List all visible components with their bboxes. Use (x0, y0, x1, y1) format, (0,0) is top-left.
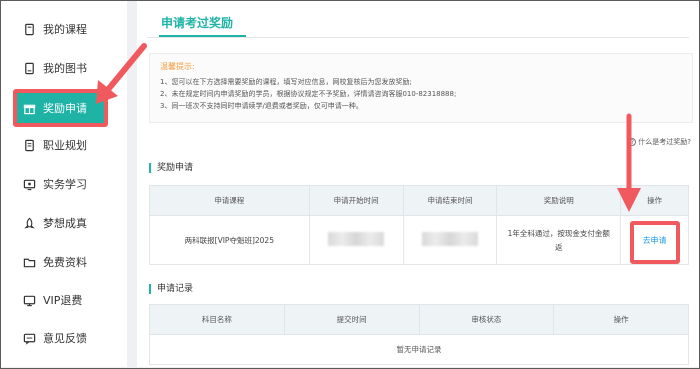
record-table: 科目名称 提交时间 审核状态 操作 (149, 304, 689, 335)
sidebar-item-feedback[interactable]: 意见反馈 (1, 320, 127, 356)
book-icon (22, 61, 36, 75)
description-line: 1年全科通过，按现金支付金额 (507, 228, 610, 238)
sidebar-item-label: 意见反馈 (43, 332, 87, 345)
col-header-record-action: 操作 (553, 304, 689, 335)
empty-records-message: 暂无申请记录 (149, 335, 689, 365)
sidebar-item-vip-refund[interactable]: VIP退费 (1, 282, 127, 318)
tip-line: 3、同一班次不支持同时申请续学/退费或者奖励，仅可申请一种。 (160, 102, 363, 110)
sidebar-item-label: 我的图书 (43, 62, 87, 75)
sidebar-item-label: VIP退费 (43, 294, 83, 307)
end-time-cell (402, 215, 498, 265)
help-link-label: 什么是考过奖励? (638, 138, 691, 146)
start-time-cell (308, 215, 404, 265)
tip-line: 2、未在规定时间内申请奖励的学员，根据协议规定不予奖励，详情请咨询客服010-8… (160, 90, 457, 98)
col-header-description: 奖励说明 (496, 185, 622, 216)
col-header-course: 申请课程 (149, 185, 310, 216)
gift-icon (22, 101, 36, 115)
document-icon (22, 22, 36, 36)
redacted-value (328, 232, 385, 246)
sidebar-item-practice[interactable]: 实务学习 (1, 166, 127, 202)
sidebar-item-dream[interactable]: 梦想成真 (1, 205, 127, 241)
sidebar-item-label: 奖励申请 (43, 102, 87, 115)
folder-icon (22, 255, 36, 269)
sidebar-item-career-plan[interactable]: 职业规划 (1, 127, 127, 163)
description-cell: 1年全科通过，按现金支付金额 返 (496, 215, 622, 265)
sidebar-item-free-materials[interactable]: 免费资料 (1, 244, 127, 280)
annotation-highlight-box (630, 221, 680, 264)
col-header-start-time: 申请开始时间 (308, 185, 404, 216)
file-icon (22, 138, 36, 152)
table-row: 两科联报[VIP夺魁班]2025 1年全科通过，按现金支付金额 返 去申请 (149, 215, 689, 265)
sidebar-item-label: 职业规划 (43, 139, 87, 152)
sidebar-item-label: 我的课程 (43, 23, 87, 36)
col-header-end-time: 申请结束时间 (402, 185, 498, 216)
award-section-title: 奖励申请 (149, 163, 193, 173)
annotation-arrow-apply (617, 113, 641, 212)
tip-line: 1、您可以在下方选择需要奖励的课程，填写对应信息，网校复核后为您发放奖励; (160, 78, 412, 86)
sidebar-item-label: 梦想成真 (43, 217, 87, 230)
tab-apply-award[interactable]: 申请考过奖励 (161, 14, 233, 31)
sidebar-item-label: 免费资料 (43, 256, 87, 269)
record-section-title: 申请记录 (149, 284, 193, 294)
col-header-subject: 科目名称 (149, 304, 285, 335)
chat-icon (22, 331, 36, 345)
sidebar-item-label: 实务学习 (43, 178, 87, 191)
redacted-value (421, 232, 478, 246)
course-cell: 两科联报[VIP夺魁班]2025 (149, 215, 310, 265)
col-header-submit-time: 提交时间 (283, 304, 420, 335)
record-table-header: 科目名称 提交时间 审核状态 操作 (149, 304, 689, 335)
rocket-icon (22, 216, 36, 230)
tab-divider (147, 37, 689, 38)
award-table: 申请课程 申请开始时间 申请结束时间 奖励说明 操作 两科联报[VIP夺魁班]2… (149, 185, 689, 265)
monitor-icon (22, 177, 36, 191)
tips-box: 温馨提示: 1、您可以在下方选择需要奖励的课程，填写对应信息，网校复核后为您发放… (149, 53, 693, 123)
award-table-header: 申请课程 申请开始时间 申请结束时间 奖励说明 操作 (149, 185, 689, 216)
annotation-arrow-sidebar (96, 43, 147, 104)
col-header-review-status: 审核状态 (418, 304, 555, 335)
description-line: 返 (555, 242, 563, 252)
screen-icon (22, 293, 36, 307)
tips-title: 温馨提示: (160, 62, 195, 71)
